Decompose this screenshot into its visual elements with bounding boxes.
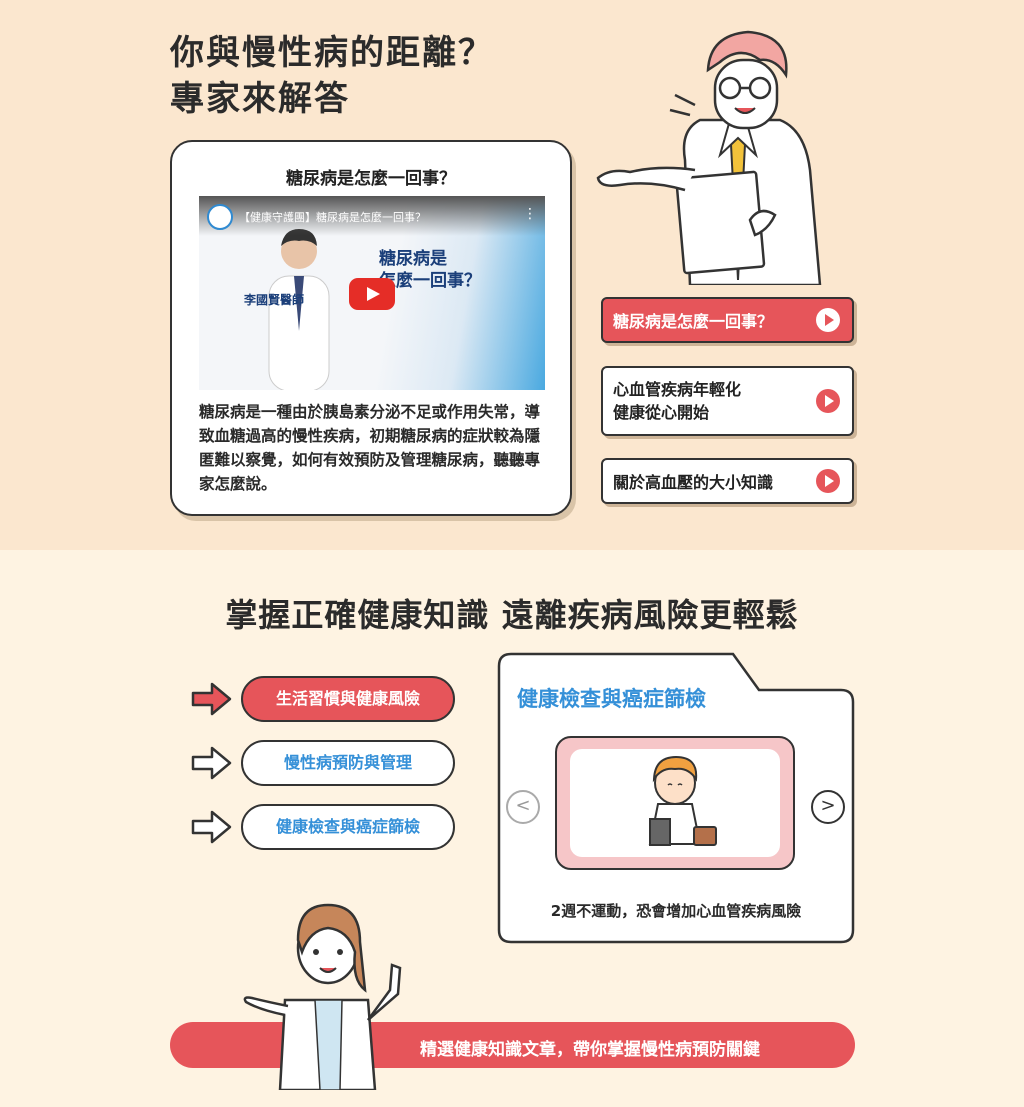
play-icon [816,308,840,332]
video-card-title: 糖尿病是怎麼一回事？ [286,169,456,189]
channel-logo-icon [207,204,233,230]
tired-man-illustration [648,755,717,846]
hero-title-line1: 你與慢性病的距離？ [170,33,494,73]
more-options-icon[interactable]: ⋮ [523,206,537,222]
doctor-illustration [596,30,822,285]
video-link-hypertension[interactable]: 關於高血壓的大小知識 [601,458,854,504]
banner-text: 精選健康知識文章，帶你掌握慢性病預防關鍵 [420,1040,760,1060]
hero-title-line2: 專家來解答 [170,79,350,119]
arrow-right-icon [191,746,232,780]
play-icon [816,389,840,413]
video-link-label: 心血管疾病年輕化 健康從心開始 [613,378,741,424]
video-link-label-line1: 心血管疾病年輕化 [613,380,742,399]
chevron-left-icon[interactable]: < [506,790,540,824]
nurse-illustration [243,903,402,1090]
chevron-right-icon[interactable]: > [811,790,845,824]
play-icon [816,469,840,493]
article-slide[interactable] [555,736,795,870]
arrow-right-icon [191,682,232,716]
video-link-cardiovascular[interactable]: 心血管疾病年輕化 健康從心開始 [601,366,854,436]
tab-chronic-disease[interactable]: 慢性病預防與管理 [241,740,455,786]
arrow-right-icon [191,810,232,844]
video-link-label: 關於高血壓的大小知識 [613,473,774,492]
video-card: 糖尿病是怎麼一回事？ 【健康守護團】糖尿病是怎麼一回事？ ⋮ 糖尿病是 怎麼一回… [170,140,572,516]
knowledge-title: 掌握正確健康知識 遠離疾病風險更輕鬆 [225,596,799,634]
video-link-diabetes[interactable]: 糖尿病是怎麼一回事？ [601,297,854,343]
panel-title: 健康檢查與癌症篩檢 [517,687,706,711]
video-link-label: 糖尿病是怎麼一回事？ [613,312,774,331]
slide-caption: 2週不運動，恐會增加心血管疾病風險 [550,902,802,920]
tab-screening[interactable]: 健康檢查與癌症篩檢 [241,804,455,850]
tab-lifestyle[interactable]: 生活習慣與健康風險 [241,676,455,722]
video-frame-doctor-name: 李國賢醫師 [244,293,305,307]
hero-heading: 你與慢性病的距離？ 專家來解答 [170,30,494,122]
play-video-button[interactable] [349,278,395,310]
video-player[interactable]: 【健康守護團】糖尿病是怎麼一回事？ ⋮ 糖尿病是 怎麼一回事？ 李國賢醫師 [199,196,545,390]
video-youtube-title: 【健康守護團】糖尿病是怎麼一回事？ [239,211,426,224]
video-frame-headline-1: 糖尿病是 [379,249,447,269]
video-link-label-line2: 健康從心開始 [613,403,710,422]
article-slide-image [570,749,780,857]
video-description: 糖尿病是一種由於胰島素分泌不足或作用失常，導致血糖過高的慢性疾病，初期糖尿病的症… [199,403,541,493]
